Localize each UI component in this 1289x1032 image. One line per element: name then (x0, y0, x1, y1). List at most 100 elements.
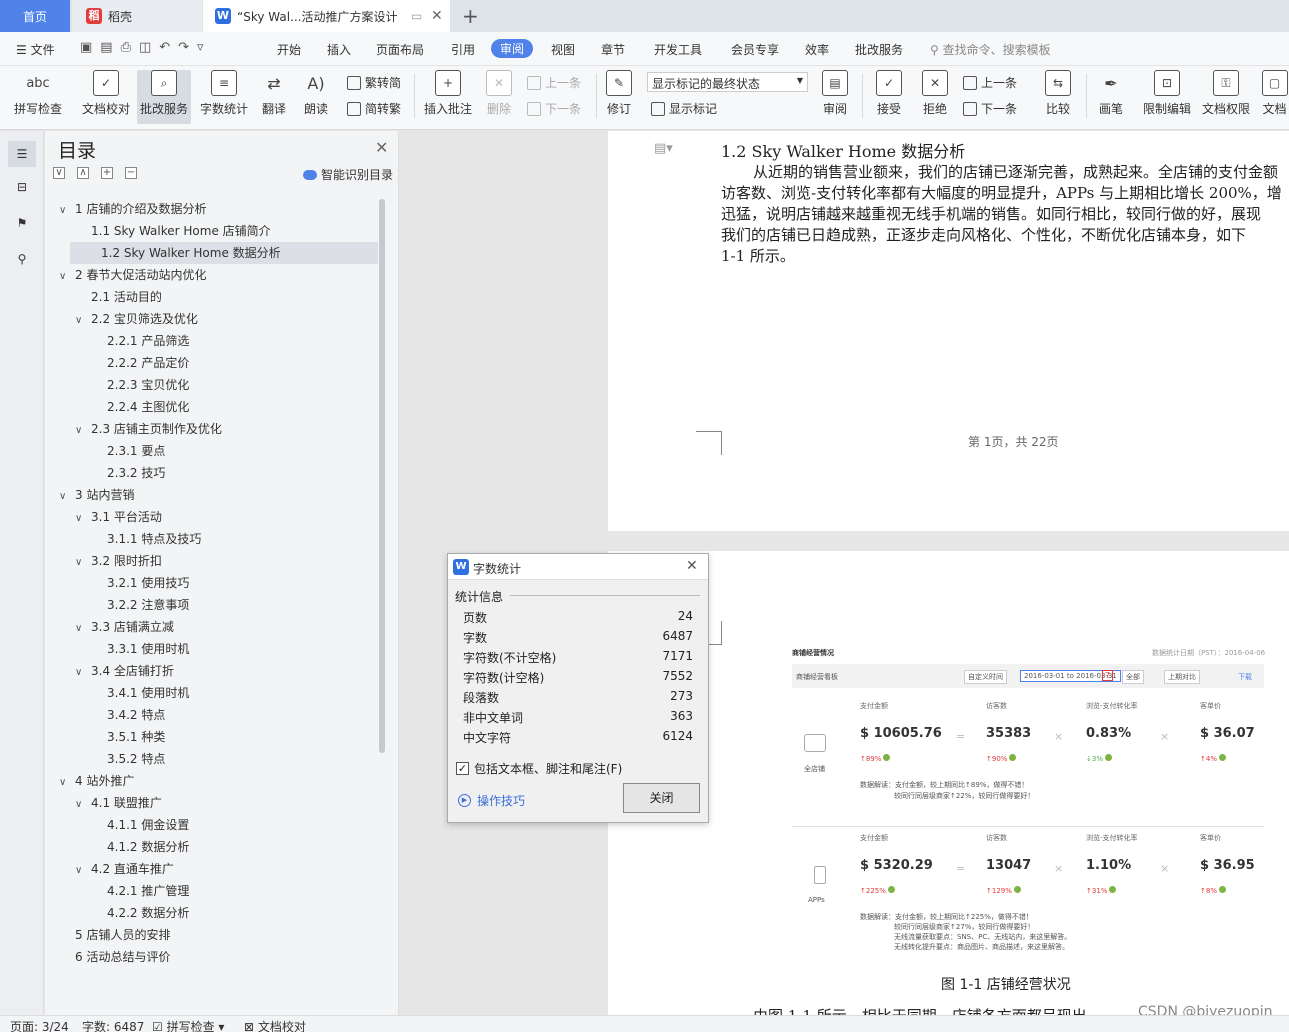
word-count-button[interactable]: ≡ 字数统计 (198, 70, 250, 124)
smart-recognize-button[interactable]: 智能识别目录 (303, 166, 393, 183)
menu-layout[interactable]: 页面布局 (376, 41, 424, 58)
chevron-down-icon[interactable]: ∨ (75, 508, 85, 530)
outline-item[interactable]: 2.3.1 要点 (91, 440, 165, 462)
menu-insert[interactable]: 插入 (327, 41, 351, 58)
outline-item[interactable]: 3.1.1 特点及技巧 (91, 528, 201, 550)
chevron-down-icon[interactable]: ∨ (75, 552, 85, 574)
outline-item[interactable]: 5 店铺人员的安排 (59, 924, 170, 946)
outline-item[interactable]: ∨ 2.2 宝贝筛选及优化 (75, 308, 198, 330)
doc-permission-button[interactable]: ⚿ 文档权限 (1201, 70, 1251, 124)
track-changes-button[interactable]: ✎ 修订 (602, 70, 636, 124)
outline-item[interactable]: 2.1 活动目的 (75, 286, 162, 308)
simp-to-trad-button[interactable]: 简转繁 (347, 100, 401, 117)
menu-developer[interactable]: 开发工具 (654, 41, 702, 58)
chevron-down-icon[interactable]: ∨ (75, 310, 85, 332)
compare-button[interactable]: ⇆ 比较 (1040, 70, 1076, 124)
outline-item[interactable]: 3.4.2 特点 (91, 704, 165, 726)
outline-item[interactable]: 3.4.1 使用时机 (91, 682, 189, 704)
add-heading-icon[interactable]: + (101, 167, 113, 179)
document-page[interactable]: 商铺经营情况 数据统计日期（PST）：2016-04-06 商铺经营看板 自定义… (608, 551, 1289, 1015)
dialog-titlebar[interactable]: W 字数统计 ✕ (448, 554, 708, 580)
menu-efficiency[interactable]: 效率 (805, 41, 829, 58)
grading-service-button[interactable]: ⌕ 批改服务 (137, 70, 191, 124)
outline-item[interactable]: 1.2 Sky Walker Home 数据分析 (70, 242, 378, 264)
menu-chapter[interactable]: 章节 (601, 41, 625, 58)
status-spell-check[interactable]: ☑ 拼写检查 ▾ (152, 1018, 224, 1032)
outline-panel-icon[interactable]: ☰ (8, 141, 36, 167)
collapse-all-icon[interactable]: ∨ (53, 167, 65, 179)
outline-item[interactable]: ∨ 3.4 全店铺打折 (75, 660, 174, 682)
document-page[interactable]: ▤▾ 1.2 Sky Walker Home 数据分析 从近期的销售营业额来，我… (608, 131, 1289, 531)
outline-item[interactable]: 4.1.2 数据分析 (91, 836, 189, 858)
menu-review[interactable]: 审阅 (491, 39, 534, 58)
status-page[interactable]: 页面: 3/24 (10, 1018, 69, 1032)
remove-heading-icon[interactable]: − (125, 167, 137, 179)
outline-item[interactable]: 4.2.1 推广管理 (91, 880, 189, 902)
chevron-down-icon[interactable]: ∨ (75, 860, 85, 882)
outline-item[interactable]: 2.2.4 主图优化 (91, 396, 189, 418)
bookmark-icon[interactable]: ⚑ (12, 213, 32, 233)
prev-change-button[interactable]: 上一条 (963, 74, 1017, 91)
outline-item[interactable]: 4.1.1 佣金设置 (91, 814, 189, 836)
outline-item[interactable]: ∨ 2 春节大促活动站内优化 (59, 264, 206, 286)
tab-daoke[interactable]: 稻 稻壳 (72, 0, 202, 32)
accept-button[interactable]: ✓ 接受 (872, 70, 906, 124)
pen-button[interactable]: ✒ 画笔 (1096, 70, 1126, 124)
dialog-close-button[interactable]: 关闭 (623, 783, 700, 813)
outline-item[interactable]: ∨ 4.2 直通车推广 (75, 858, 174, 880)
outline-item[interactable]: ∨ 3.1 平台活动 (75, 506, 162, 528)
next-comment-button[interactable]: 下一条 (527, 100, 581, 117)
tab-document[interactable]: W “Sky Wal...活动推广方案设计 ▭ ✕ (203, 0, 450, 32)
chevron-down-icon[interactable]: ∨ (75, 794, 85, 816)
outline-item[interactable]: 2.2.1 产品筛选 (91, 330, 189, 352)
chevron-down-icon[interactable]: ∨ (59, 266, 69, 288)
status-words[interactable]: 字数: 6487 (82, 1018, 144, 1032)
expand-up-icon[interactable]: ∧ (77, 167, 89, 179)
restrict-editing-button[interactable]: ⊡ 限制编辑 (1142, 70, 1192, 124)
chevron-down-icon[interactable]: ∨ (75, 662, 85, 684)
outline-item[interactable]: ∨ 3.3 店铺满立减 (75, 616, 174, 638)
menu-start[interactable]: 开始 (277, 41, 301, 58)
outline-item[interactable]: 2.2.2 产品定价 (91, 352, 189, 374)
outline-item[interactable]: ∨ 2.3 店铺主页制作及优化 (75, 418, 222, 440)
outline-item[interactable]: ∨ 4 站外推广 (59, 770, 134, 792)
chevron-down-icon[interactable]: ∨ (59, 772, 69, 794)
outline-item[interactable]: 4.2.2 数据分析 (91, 902, 189, 924)
translate-button[interactable]: ⇄ 翻译 (256, 70, 292, 124)
outline-item[interactable]: 3.2.2 注意事项 (91, 594, 189, 616)
prev-comment-button[interactable]: 上一条 (527, 74, 581, 91)
outline-scrollbar[interactable] (379, 199, 385, 753)
monitor-icon[interactable]: ▭ (411, 9, 422, 23)
menu-grading[interactable]: 批改服务 (855, 41, 903, 58)
delete-comment-button[interactable]: ✕ 删除 (480, 70, 518, 124)
outline-item[interactable]: 2.3.2 技巧 (91, 462, 165, 484)
menu-reference[interactable]: 引用 (451, 41, 475, 58)
outline-item[interactable]: 3.2.1 使用技巧 (91, 572, 189, 594)
outline-item[interactable]: 3.5.1 种类 (91, 726, 165, 748)
outline-item[interactable]: 3.3.1 使用时机 (91, 638, 189, 660)
close-icon[interactable]: ✕ (375, 138, 388, 157)
outline-item[interactable]: ∨ 3 站内营销 (59, 484, 134, 506)
trad-to-simp-button[interactable]: 繁转简 (347, 74, 401, 91)
outline-item[interactable]: ∨ 1 店铺的介绍及数据分析 (59, 198, 206, 220)
include-textbox-checkbox[interactable]: ✓ 包括文本框、脚注和尾注(F) (456, 760, 622, 777)
outline-item[interactable]: ∨ 4.1 联盟推广 (75, 792, 162, 814)
menu-view[interactable]: 视图 (551, 41, 575, 58)
menu-member[interactable]: 会员专享 (731, 41, 779, 58)
reject-button[interactable]: ✕ 拒绝 (918, 70, 952, 124)
menu-file[interactable]: ☰ 文件 (16, 41, 55, 58)
command-search[interactable]: ⚲ 查找命令、搜索模板 (930, 41, 1051, 58)
chevron-down-icon[interactable]: ∨ (59, 486, 69, 508)
read-aloud-button[interactable]: A) 朗读 (300, 70, 332, 124)
chevron-down-icon[interactable]: ∨ (75, 420, 85, 442)
chevron-down-icon[interactable]: ∨ (75, 618, 85, 640)
show-markup-button[interactable]: 显示标记 (651, 100, 717, 117)
outline-item[interactable]: 2.2.3 宝贝优化 (91, 374, 189, 396)
status-proofread[interactable]: ⊠ 文档校对 (244, 1018, 306, 1032)
proofread-button[interactable]: ✓ 文档校对 (80, 70, 132, 124)
markup-state-select[interactable]: 显示标记的最终状态 ▼ (647, 72, 808, 92)
chevron-down-icon[interactable]: ∨ (59, 200, 69, 222)
quick-access-icons[interactable]: ▣▤⎙◫↶↷▿ (80, 40, 212, 55)
outline-item[interactable]: 1.1 Sky Walker Home 店铺简介 (75, 220, 271, 242)
tab-home[interactable]: 首页 (0, 0, 70, 32)
